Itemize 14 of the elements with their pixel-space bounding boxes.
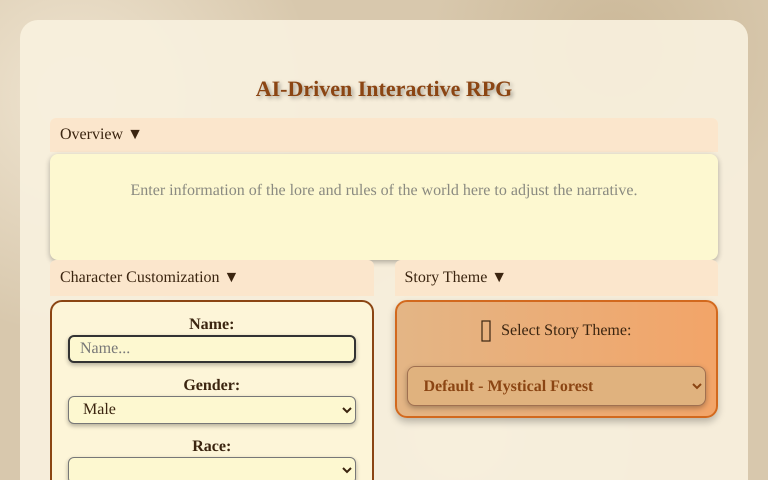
dropdown[interactable]: [68, 456, 356, 480]
field-label: Race:: [191, 438, 232, 456]
name-field[interactable]: Name...: [68, 335, 356, 364]
section-toggle[interactable]: Overview ▼: [50, 118, 718, 152]
dropdown[interactable]: Male: [68, 396, 356, 424]
field-label: Gender:: [182, 377, 242, 396]
theme-prompt: Select Story Theme:: [501, 322, 632, 340]
section-toggle[interactable]: Character Customization ▼: [50, 260, 374, 296]
page-title: AI-Driven Interactive RPG: [254, 76, 514, 102]
missing-glyph-icon: [481, 320, 492, 342]
section-toggle[interactable]: Story Theme ▼: [394, 260, 718, 296]
theme-dropdown[interactable]: Default - Mystical Forest: [406, 366, 706, 406]
field-label: Name:: [188, 316, 236, 334]
lore-text-area[interactable]: Enter information of the lore and rules of the world here to adjust the narrative.: [50, 154, 718, 260]
